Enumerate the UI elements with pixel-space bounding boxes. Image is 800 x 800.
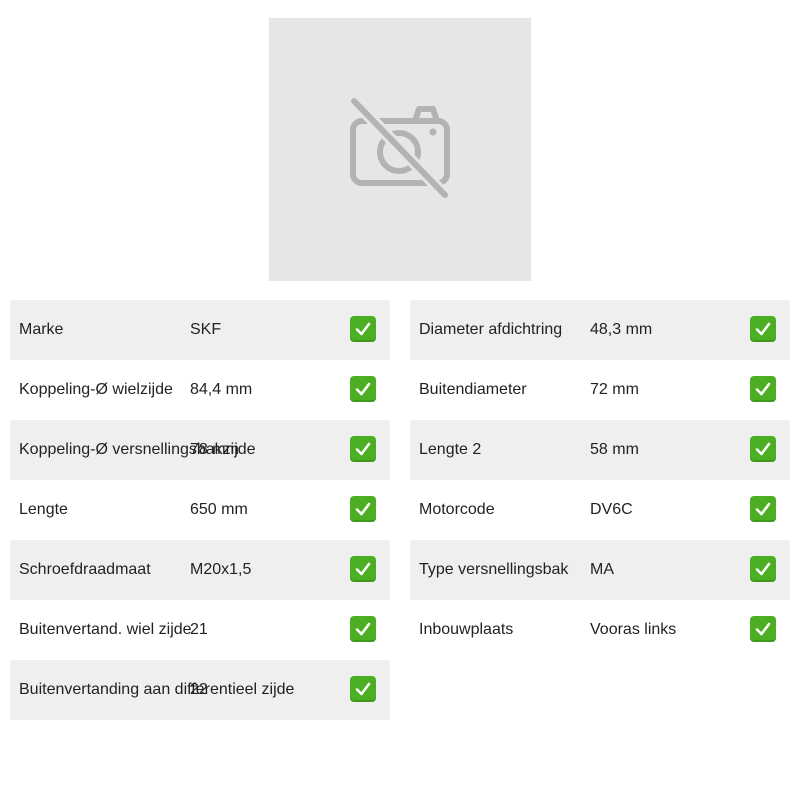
- spec-row: Lengte 2 58 mm: [410, 420, 790, 480]
- spec-row: Motorcode DV6C: [410, 480, 790, 540]
- spec-row: Schroefdraadmaat M20x1,5: [10, 540, 390, 600]
- spec-value: 650 mm: [190, 501, 248, 518]
- check-icon: [350, 316, 376, 342]
- spec-label: Diameter afdichtring: [419, 321, 563, 338]
- check-icon: [750, 376, 776, 402]
- spec-value: Vooras links: [590, 621, 677, 638]
- spec-value: 84,4 mm: [190, 381, 253, 398]
- spec-label: Buitenvertanding aan differentieel zijde: [19, 681, 295, 698]
- check-icon: [350, 676, 376, 702]
- check-icon: [350, 496, 376, 522]
- spec-row: Inbouwplaats Vooras links: [410, 600, 790, 660]
- spec-row: Buitenvertand. wiel zijde 21: [10, 600, 390, 660]
- spec-row: Lengte 650 mm: [10, 480, 390, 540]
- spec-value: 78 mm: [190, 441, 239, 458]
- camera-off-icon: [349, 96, 450, 199]
- spec-label: Lengte: [19, 501, 68, 518]
- spec-value: M20x1,5: [190, 561, 252, 578]
- check-icon: [750, 436, 776, 462]
- spec-label: Lengte 2: [419, 441, 482, 458]
- check-icon: [350, 616, 376, 642]
- spec-value: MA: [590, 561, 614, 578]
- spec-row: Buitenvertanding aan differentieel zijde…: [10, 660, 390, 720]
- check-icon: [350, 376, 376, 402]
- check-icon: [750, 556, 776, 582]
- spec-label: Koppeling-Ø wielzijde: [19, 381, 173, 398]
- spec-table-right: Diameter afdichtring 48,3 mm Buitendiame…: [410, 300, 790, 660]
- check-icon: [750, 616, 776, 642]
- spec-row: Marke SKF: [10, 300, 390, 360]
- spec-row: Type versnellingsbak MA: [410, 540, 790, 600]
- spec-row: Buitendiameter 72 mm: [410, 360, 790, 420]
- spec-value: 22: [190, 681, 208, 698]
- spec-label: Marke: [19, 321, 64, 338]
- check-icon: [750, 496, 776, 522]
- spec-label: Schroefdraadmaat: [19, 561, 151, 578]
- check-icon: [350, 436, 376, 462]
- spec-label: Buitendiameter: [419, 381, 527, 398]
- spec-value: 72 mm: [590, 381, 639, 398]
- spec-label: Motorcode: [419, 501, 495, 518]
- spec-row: Koppeling-Ø versnellingsbakzijde 78 mm: [10, 420, 390, 480]
- product-image-placeholder: [269, 18, 531, 281]
- spec-label: Inbouwplaats: [419, 621, 514, 638]
- spec-row: Koppeling-Ø wielzijde 84,4 mm: [10, 360, 390, 420]
- spec-label: Type versnellingsbak: [419, 561, 569, 578]
- check-icon: [750, 316, 776, 342]
- spec-value: SKF: [190, 321, 222, 338]
- spec-row: Diameter afdichtring 48,3 mm: [410, 300, 790, 360]
- spec-value: 58 mm: [590, 441, 639, 458]
- spec-value: DV6C: [590, 501, 633, 518]
- spec-value: 21: [190, 621, 208, 638]
- spec-table-left: Marke SKF Koppeling-Ø wielzijde 84,4 mm …: [10, 300, 390, 720]
- check-icon: [350, 556, 376, 582]
- spec-value: 48,3 mm: [590, 321, 653, 338]
- spec-label: Buitenvertand. wiel zijde: [19, 621, 192, 638]
